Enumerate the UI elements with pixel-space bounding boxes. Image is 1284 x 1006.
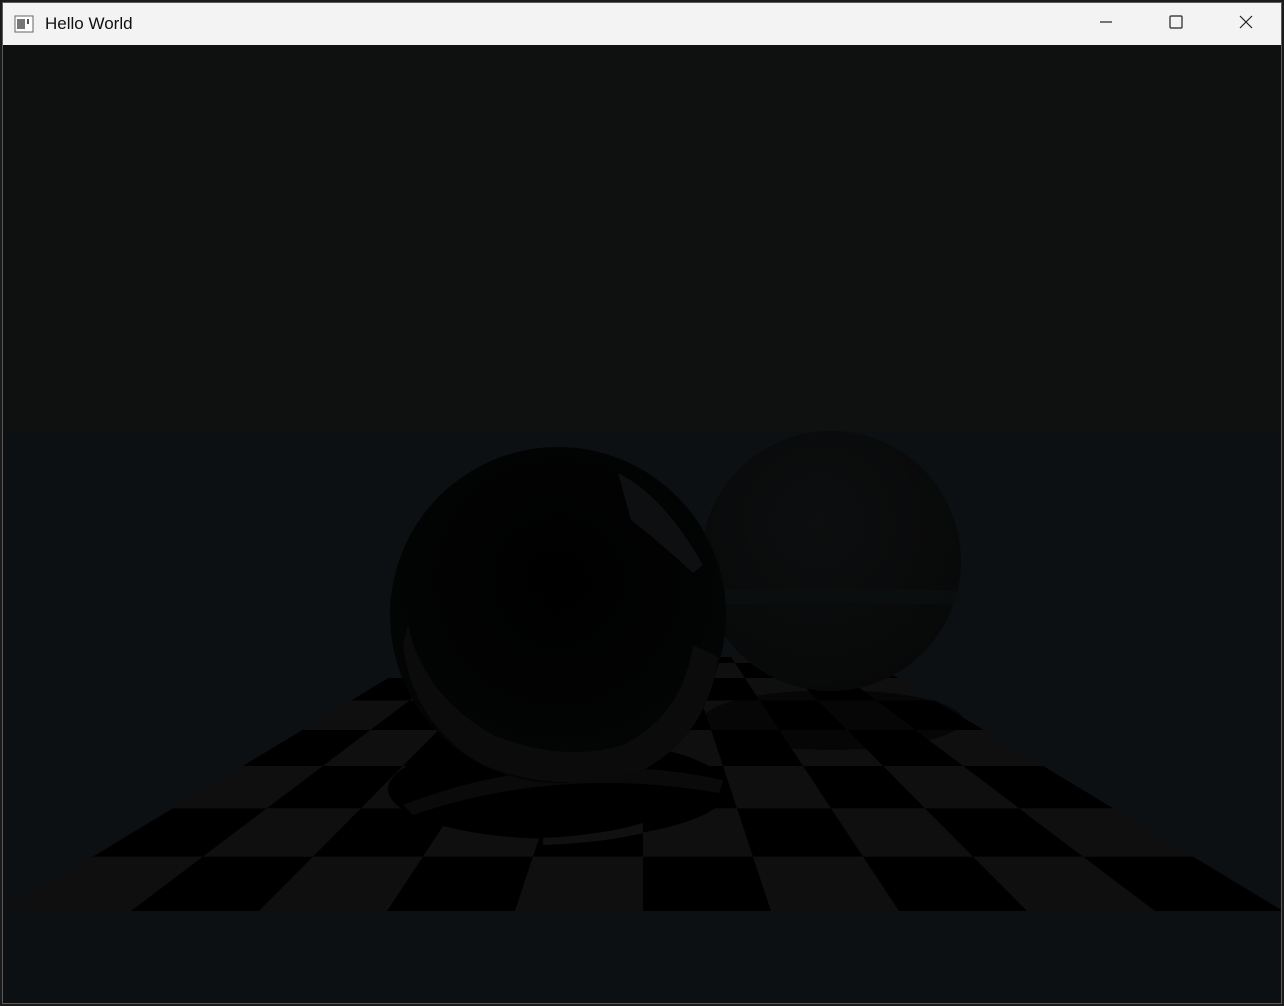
maximize-icon [1168, 14, 1184, 35]
minimize-icon [1098, 14, 1114, 35]
close-icon [1238, 14, 1254, 35]
console-app-icon [13, 13, 35, 35]
window-title: Hello World [45, 14, 133, 33]
app-window: Hello World [2, 2, 1282, 1004]
right-sphere-horizon-reflection [705, 588, 961, 605]
right-sphere-floor-reflection [703, 690, 963, 750]
render-viewport[interactable] [3, 45, 1281, 1003]
floor-tile [515, 856, 643, 911]
foreground-band [3, 911, 1281, 1003]
right-sphere [701, 431, 961, 691]
raytraced-scene [3, 45, 1281, 1003]
maximize-button[interactable] [1141, 3, 1211, 45]
close-button[interactable] [1211, 3, 1281, 45]
window-controls [1071, 3, 1281, 45]
title-bar[interactable]: Hello World [3, 3, 1281, 45]
minimize-button[interactable] [1071, 3, 1141, 45]
floor-tile [643, 856, 771, 911]
sky [3, 45, 1281, 433]
